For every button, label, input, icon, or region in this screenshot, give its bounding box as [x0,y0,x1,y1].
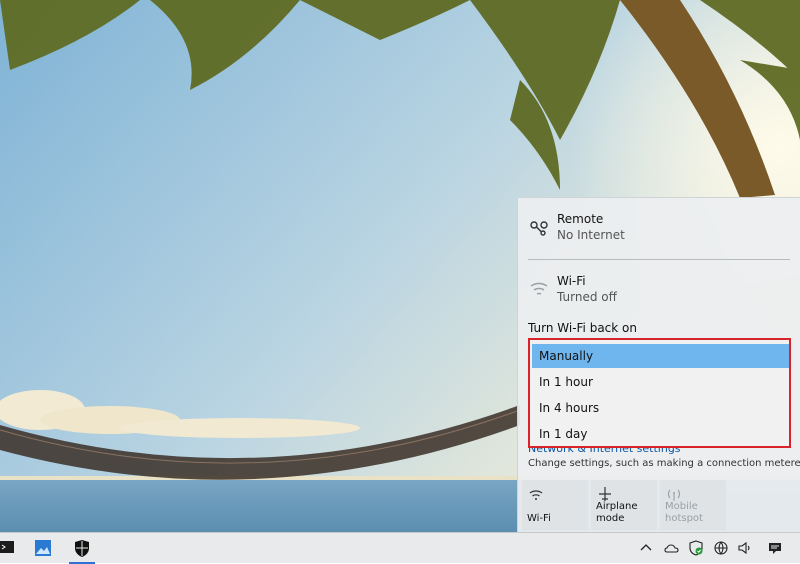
option-in-4-hours[interactable]: In 4 hours [532,396,789,420]
wifi-icon [529,490,543,500]
chevron-up-icon[interactable] [638,540,654,556]
connection-name: Remote [557,212,604,226]
connection-status: Turned off [557,290,617,304]
connection-wifi[interactable]: Wi-Fi Turned off [518,268,800,312]
globe-icon[interactable] [713,540,729,556]
option-manually[interactable]: Manually [532,344,789,368]
divider [528,259,790,260]
wifi-back-on-dropdown[interactable]: Manually In 1 hour In 4 hours In 1 day [528,338,791,448]
airplane-icon [599,487,611,501]
windows-security-icon[interactable] [67,533,97,564]
onedrive-icon[interactable] [664,540,680,556]
quick-action-label: Mobile hotspot [665,501,703,524]
option-in-1-hour[interactable]: In 1 hour [532,370,789,394]
wifi-icon [530,282,548,295]
photos-icon[interactable] [30,533,56,564]
connection-remote[interactable]: Remote No Internet [518,206,800,250]
connection-name: Wi-Fi [557,274,586,288]
hotspot-icon [667,489,681,501]
option-in-1-day[interactable]: In 1 day [532,422,789,446]
quick-action-label: Airplane mode [596,501,638,524]
network-settings-description: Change settings, such as making a connec… [528,458,800,469]
terminal-icon[interactable] [0,533,18,564]
ethernet-icon [530,221,548,236]
airplane-mode-quick-action[interactable]: Airplane mode [591,480,657,530]
defender-icon[interactable] [688,540,704,556]
taskbar [0,532,800,564]
connection-status: No Internet [557,228,625,242]
wifi-back-on-label: Turn Wi-Fi back on [528,321,637,335]
volume-icon[interactable] [737,540,753,556]
quick-action-label: Wi-Fi [527,513,551,524]
wifi-quick-action[interactable]: Wi-Fi [522,480,588,530]
notification-icon[interactable] [767,540,783,556]
mobile-hotspot-quick-action[interactable]: Mobile hotspot [660,480,726,530]
